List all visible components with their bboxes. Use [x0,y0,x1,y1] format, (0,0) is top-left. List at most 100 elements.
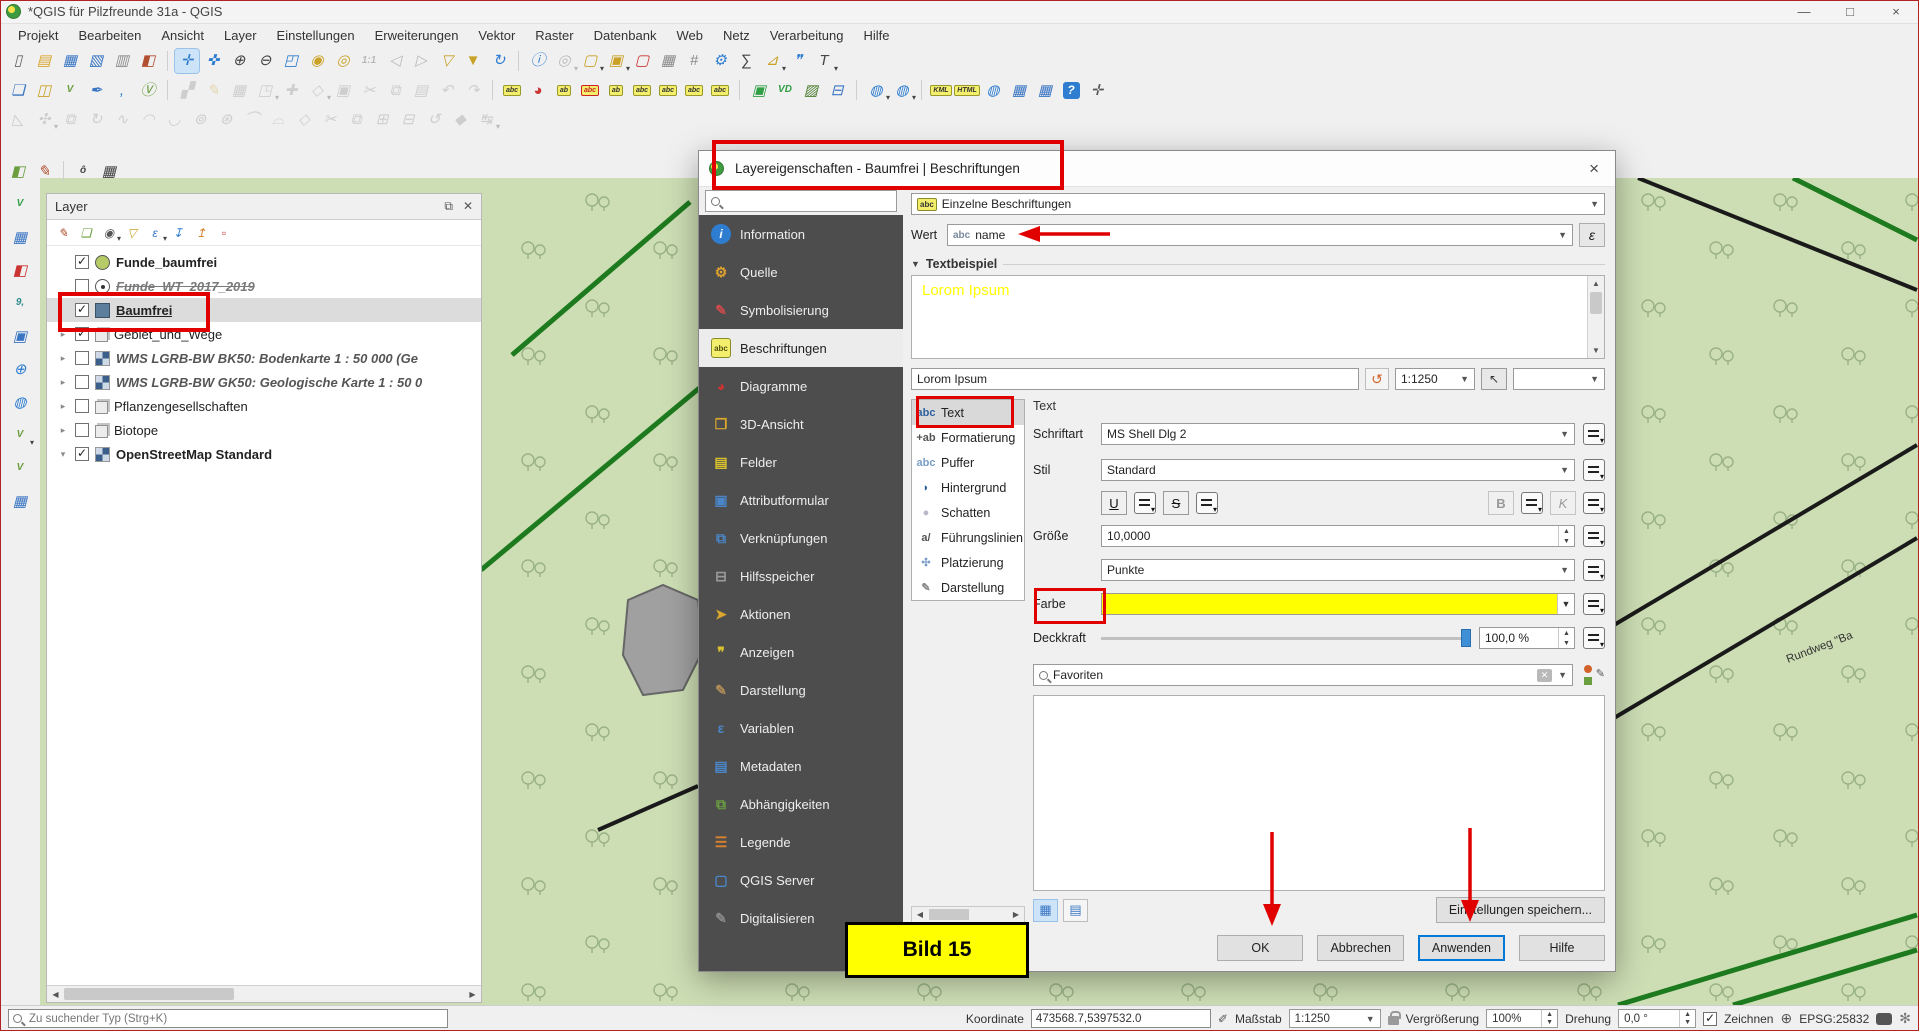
filter-legend-icon[interactable]: ▽ [122,223,142,243]
underline-button[interactable]: U [1101,491,1127,515]
fill-ring-icon[interactable]: ⊚ [188,107,212,131]
manage-map-themes-icon[interactable]: ◉ [99,223,119,243]
offset-point-symbol-icon[interactable]: ◆ [448,107,472,131]
scroll-right-icon[interactable]: ▶ [1008,910,1024,919]
tab-fuehrungslinien[interactable]: a/ Führungslinien [912,525,1024,550]
vector-arrow-icon[interactable]: V [8,423,32,447]
collapse-all-icon[interactable]: ↥ [191,223,211,243]
layer-row[interactable]: ▸ Biotope [47,418,481,442]
edit-label-icon[interactable]: abc [708,78,732,102]
web-globe-icon[interactable]: ◍ [981,78,1005,102]
project-save-icon[interactable]: ▦ [58,49,82,73]
gps-comma-icon[interactable]: 9, [8,291,32,315]
style-favorites-list[interactable] [1033,695,1605,891]
processing-toolbox-icon[interactable]: ⚙ [708,49,732,73]
add-postgis-layer-icon[interactable]: ✒ [84,78,108,102]
statistics-sum-icon[interactable]: ∑ [734,49,758,73]
vertex-tool-icon[interactable]: ◇ [305,78,329,102]
cut-features-icon[interactable]: ✂ [357,78,381,102]
layer-row[interactable]: Funde_baumfrei [47,250,481,274]
sidebar-item-aktionen[interactable]: ➤ Aktionen [699,595,903,633]
offset-curve-icon[interactable]: ⌓ [266,107,290,131]
show-bookmarks-icon[interactable]: ▼ [461,49,485,73]
sidebar-item-felder[interactable]: ▤ Felder [699,443,903,481]
open-attribute-table-icon[interactable]: ▦ [656,49,680,73]
tab-hintergrund[interactable]: ◗ Hintergrund [912,475,1024,500]
data-defined-override-icon[interactable] [1134,492,1156,514]
layer-visibility-checkbox[interactable] [75,447,89,461]
layer-row[interactable]: ▸ Gebiet_und_Wege [47,322,481,346]
menu-item[interactable]: Web [666,26,713,45]
expression-builder-button[interactable]: ε [1579,223,1605,247]
expander-icon[interactable]: ▸ [57,401,69,412]
menu-item[interactable]: Netz [713,26,760,45]
sidebar-item-darstellung[interactable]: ✎ Darstellung [699,671,903,709]
print-layout-icon[interactable]: ▥ [110,49,134,73]
copy-move-feature-icon[interactable]: ⧉ [58,107,82,131]
ok-button[interactable]: OK [1217,935,1303,961]
layer-visibility-checkbox[interactable] [75,399,89,413]
metasearch-icon[interactable]: ◍ [864,78,888,102]
cad-tools-icon[interactable]: ◺ [6,107,30,131]
tabs-hscrollbar[interactable]: ◀ ▶ [911,906,1025,923]
project-open-icon[interactable]: ▤ [32,49,56,73]
layer-row[interactable]: ▾ OpenStreetMap Standard [47,442,481,466]
html-tool-icon[interactable]: HTML [955,78,979,102]
wert-field-select[interactable]: abc name ▼ [947,224,1573,246]
show-hide-labels-icon[interactable]: abc [630,78,654,102]
remove-layer-icon[interactable]: ▫ [214,223,234,243]
menu-item[interactable]: Vektor [468,26,525,45]
rotate-feature-icon[interactable]: ↻ [84,107,108,131]
data-source-manager-icon[interactable]: ❏ [6,78,30,102]
drehung-spinner[interactable]: 0,0 ° ▲▼ [1618,1009,1696,1028]
help-button-icon[interactable]: ? [1059,78,1083,102]
raster-image-icon[interactable]: ▨ [799,78,823,102]
style-search-select[interactable]: Favoriten ✕ ▼ [1033,664,1573,686]
crosshair-icon[interactable]: ✛ [1085,78,1109,102]
sidebar-item-metadaten[interactable]: ▤ Metadaten [699,747,903,785]
spin-up-icon[interactable]: ▲ [1542,1010,1557,1019]
data-defined-override-icon[interactable] [1583,459,1605,481]
zoom-last-icon[interactable]: ◁ [383,49,407,73]
layer-diagram-icon[interactable]: ◕ [526,78,550,102]
move-feature-icon[interactable]: ✣ [32,107,56,131]
koordinate-input[interactable]: 473568.7,5397532.0 [1031,1009,1211,1028]
grid-table-icon[interactable]: ▦ [1007,78,1031,102]
italic-button[interactable]: K [1550,491,1576,515]
tab-text[interactable]: abc Text [912,400,1024,425]
panel-float-icon[interactable]: ⧉ [444,199,453,214]
scroll-up-icon[interactable]: ▲ [1592,276,1600,291]
field-calculator-icon[interactable]: # [682,49,706,73]
select-by-location-icon[interactable]: ▣ [747,78,771,102]
layer-visibility-checkbox[interactable] [75,279,89,293]
add-part-icon[interactable]: ◡ [162,107,186,131]
project-new-icon[interactable]: ▯ [6,49,30,73]
edit-layer-icon[interactable]: ▣ [8,324,32,348]
slider-handle[interactable] [1461,629,1471,647]
strikeout-button[interactable]: S [1163,491,1189,515]
add-group-icon[interactable]: ❏ [76,223,96,243]
apply-button[interactable]: Anwenden [1418,935,1505,961]
font-family-select[interactable]: MS Shell Dlg 2 ▼ [1101,423,1575,445]
swap-layers-icon[interactable]: ◧ [8,258,32,282]
menu-item[interactable]: Bearbeiten [68,26,151,45]
scrollbar-thumb[interactable] [64,988,234,1000]
style-manager-icon[interactable]: ✎ [1581,663,1605,687]
merge-features-icon[interactable]: ⊞ [370,107,394,131]
simplify-feature-icon[interactable]: ∿ [110,107,134,131]
sidebar-item-verknuepfungen[interactable]: ⧉ Verknüpfungen [699,519,903,557]
preview-vscrollbar[interactable]: ▲ ▼ [1587,276,1604,358]
reshape-features-icon[interactable]: ◇ [292,107,316,131]
split-features-icon[interactable]: ✂ [318,107,342,131]
spin-up-icon[interactable]: ▲ [1559,526,1574,536]
zeichnen-checkbox[interactable] [1703,1012,1717,1026]
layer-visibility-checkbox[interactable] [75,303,89,317]
menu-item[interactable]: Raster [525,26,583,45]
attribute-grid-icon[interactable]: ▦ [8,489,32,513]
tab-schatten[interactable]: ● Schatten [912,500,1024,525]
epsg-status[interactable]: EPSG:25832 [1799,1012,1869,1026]
change-label-icon[interactable]: abc [656,78,680,102]
scroll-left-icon[interactable]: ◀ [47,990,64,999]
vector-x-icon[interactable]: V [8,456,32,480]
sidebar-item-symbolisierung[interactable]: ✎ Symbolisierung [699,291,903,329]
